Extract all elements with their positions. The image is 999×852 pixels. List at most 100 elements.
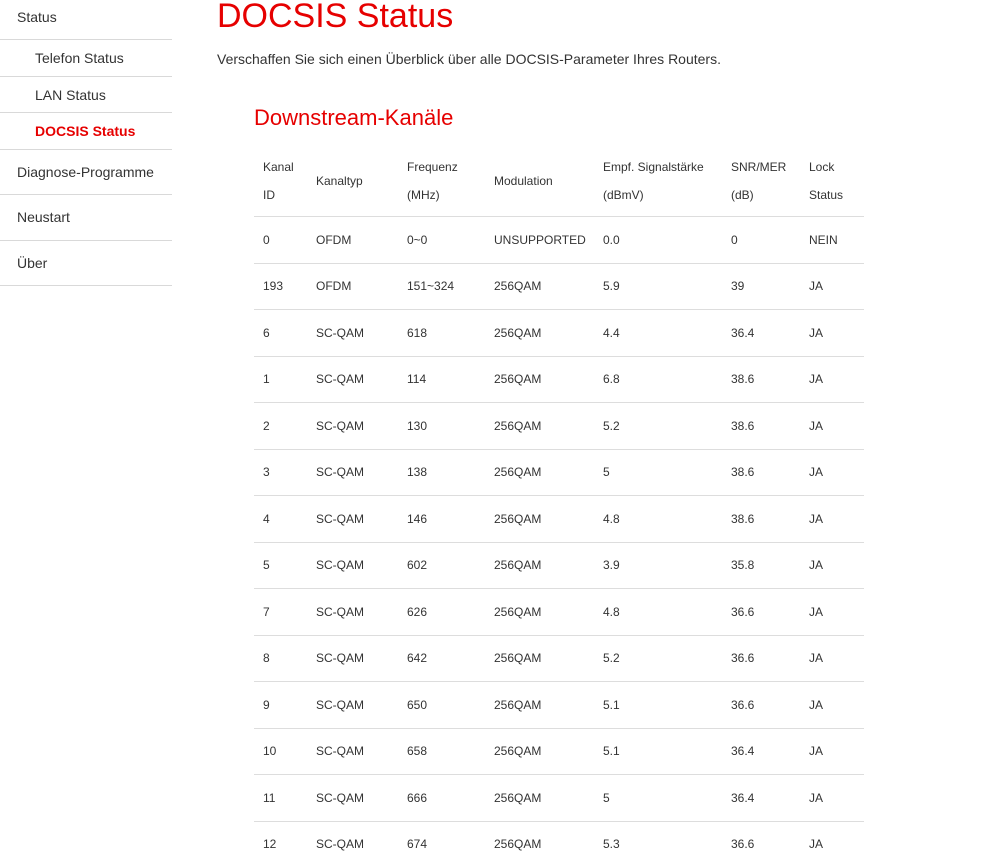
cell-kanaltyp: SC-QAM [307,449,398,496]
cell-lock-status: JA [800,635,864,682]
cell-modulation: 256QAM [485,588,594,636]
cell-frequenz: 130 [398,402,485,450]
cell-modulation: 256QAM [485,542,594,589]
cell-snr-mer: 36.6 [722,635,800,682]
cell-modulation: 256QAM [485,681,594,729]
header-snr-mer: SNR/MER (dB) [722,146,800,217]
header-label: Frequenz [407,160,458,174]
cell-kanaltyp: SC-QAM [307,681,398,729]
cell-lock-status: JA [800,495,864,543]
header-modulation: Modulation [485,146,594,217]
cell-frequenz: 151~324 [398,263,485,310]
cell-signalstaerke: 5.2 [594,402,722,450]
sidebar-item-telefon-status[interactable]: Telefon Status [0,40,172,77]
cell-kanal-id: 3 [254,449,307,496]
cell-kanaltyp: SC-QAM [307,635,398,682]
cell-frequenz: 0~0 [398,216,485,264]
cell-kanal-id: 4 [254,495,307,543]
cell-frequenz: 602 [398,542,485,589]
cell-snr-mer: 36.6 [722,681,800,729]
cell-signalstaerke: 6.8 [594,356,722,403]
cell-kanal-id: 9 [254,681,307,729]
sidebar-nav: Status Telefon Status LAN Status DOCSIS … [0,0,172,286]
cell-lock-status: JA [800,402,864,450]
cell-lock-status: JA [800,588,864,636]
table-row: 5 SC-QAM 602 256QAM 3.9 35.8 JA [254,542,864,589]
cell-signalstaerke: 5 [594,774,722,822]
cell-kanaltyp: SC-QAM [307,309,398,357]
header-frequenz: Frequenz (MHz) [398,146,485,217]
header-label: Lock [809,160,835,174]
cell-modulation: 256QAM [485,309,594,357]
header-label: Modulation [494,174,553,188]
cell-kanaltyp: SC-QAM [307,402,398,450]
page-description: Verschaffen Sie sich einen Überblick übe… [217,51,721,67]
table-row: 9 SC-QAM 650 256QAM 5.1 36.6 JA [254,681,864,729]
cell-kanaltyp: SC-QAM [307,356,398,403]
cell-signalstaerke: 5.3 [594,821,722,852]
cell-snr-mer: 36.4 [722,728,800,775]
table-row: 4 SC-QAM 146 256QAM 4.8 38.6 JA [254,495,864,543]
cell-frequenz: 138 [398,449,485,496]
cell-kanal-id: 11 [254,774,307,822]
header-lock-status: Lock Status [800,146,864,217]
cell-signalstaerke: 5.2 [594,635,722,682]
cell-kanaltyp: SC-QAM [307,588,398,636]
cell-modulation: 256QAM [485,728,594,775]
cell-signalstaerke: 3.9 [594,542,722,589]
table-row: 12 SC-QAM 674 256QAM 5.3 36.6 JA [254,821,864,852]
cell-snr-mer: 0 [722,216,800,264]
cell-kanal-id: 8 [254,635,307,682]
section-title-downstream: Downstream-Kanäle [254,105,454,130]
downstream-table: Kanal ID Kanaltyp Frequenz (MHz) Modulat… [254,146,864,852]
cell-kanaltyp: SC-QAM [307,542,398,589]
cell-modulation: 256QAM [485,402,594,450]
cell-signalstaerke: 5.9 [594,263,722,310]
cell-frequenz: 626 [398,588,485,636]
table-row: 8 SC-QAM 642 256QAM 5.2 36.6 JA [254,635,864,682]
cell-snr-mer: 36.6 [722,588,800,636]
table-row: 0 OFDM 0~0 UNSUPPORTED 0.0 0 NEIN [254,216,864,264]
sidebar-item-lan-status[interactable]: LAN Status [0,77,172,113]
cell-kanal-id: 12 [254,821,307,852]
cell-modulation: 256QAM [485,495,594,543]
header-kanaltyp: Kanaltyp [307,146,398,217]
sidebar-item-diagnose[interactable]: Diagnose-Programme [0,150,172,195]
header-label: (dBmV) [603,188,644,202]
sidebar-item-status[interactable]: Status [0,0,172,40]
cell-lock-status: JA [800,542,864,589]
cell-kanal-id: 0 [254,216,307,264]
cell-kanal-id: 1 [254,356,307,403]
cell-modulation: 256QAM [485,821,594,852]
table-row: 7 SC-QAM 626 256QAM 4.8 36.6 JA [254,588,864,636]
cell-lock-status: NEIN [800,216,864,264]
cell-frequenz: 114 [398,356,485,403]
cell-lock-status: JA [800,774,864,822]
cell-frequenz: 642 [398,635,485,682]
header-kanal-id: Kanal ID [254,146,307,217]
table-row: 6 SC-QAM 618 256QAM 4.4 36.4 JA [254,309,864,357]
cell-kanal-id: 6 [254,309,307,357]
cell-kanaltyp: SC-QAM [307,821,398,852]
sidebar-item-docsis-status[interactable]: DOCSIS Status [0,113,172,150]
cell-kanaltyp: OFDM [307,263,398,310]
cell-kanaltyp: SC-QAM [307,774,398,822]
sidebar-item-neustart[interactable]: Neustart [0,195,172,241]
cell-kanal-id: 193 [254,263,307,310]
downstream-table-container: Kanal ID Kanaltyp Frequenz (MHz) Modulat… [254,146,864,852]
page: Status Telefon Status LAN Status DOCSIS … [0,0,999,852]
cell-signalstaerke: 4.4 [594,309,722,357]
cell-lock-status: JA [800,263,864,310]
header-label: Empf. Signalstärke [603,160,704,174]
cell-kanaltyp: SC-QAM [307,728,398,775]
cell-signalstaerke: 0.0 [594,216,722,264]
table-row: 2 SC-QAM 130 256QAM 5.2 38.6 JA [254,402,864,450]
cell-snr-mer: 39 [722,263,800,310]
cell-modulation: 256QAM [485,356,594,403]
header-signalstaerke: Empf. Signalstärke (dBmV) [594,146,722,217]
sidebar-item-ueber[interactable]: Über [0,241,172,286]
table-row: 11 SC-QAM 666 256QAM 5 36.4 JA [254,774,864,822]
cell-kanal-id: 10 [254,728,307,775]
cell-snr-mer: 35.8 [722,542,800,589]
cell-kanaltyp: SC-QAM [307,495,398,543]
